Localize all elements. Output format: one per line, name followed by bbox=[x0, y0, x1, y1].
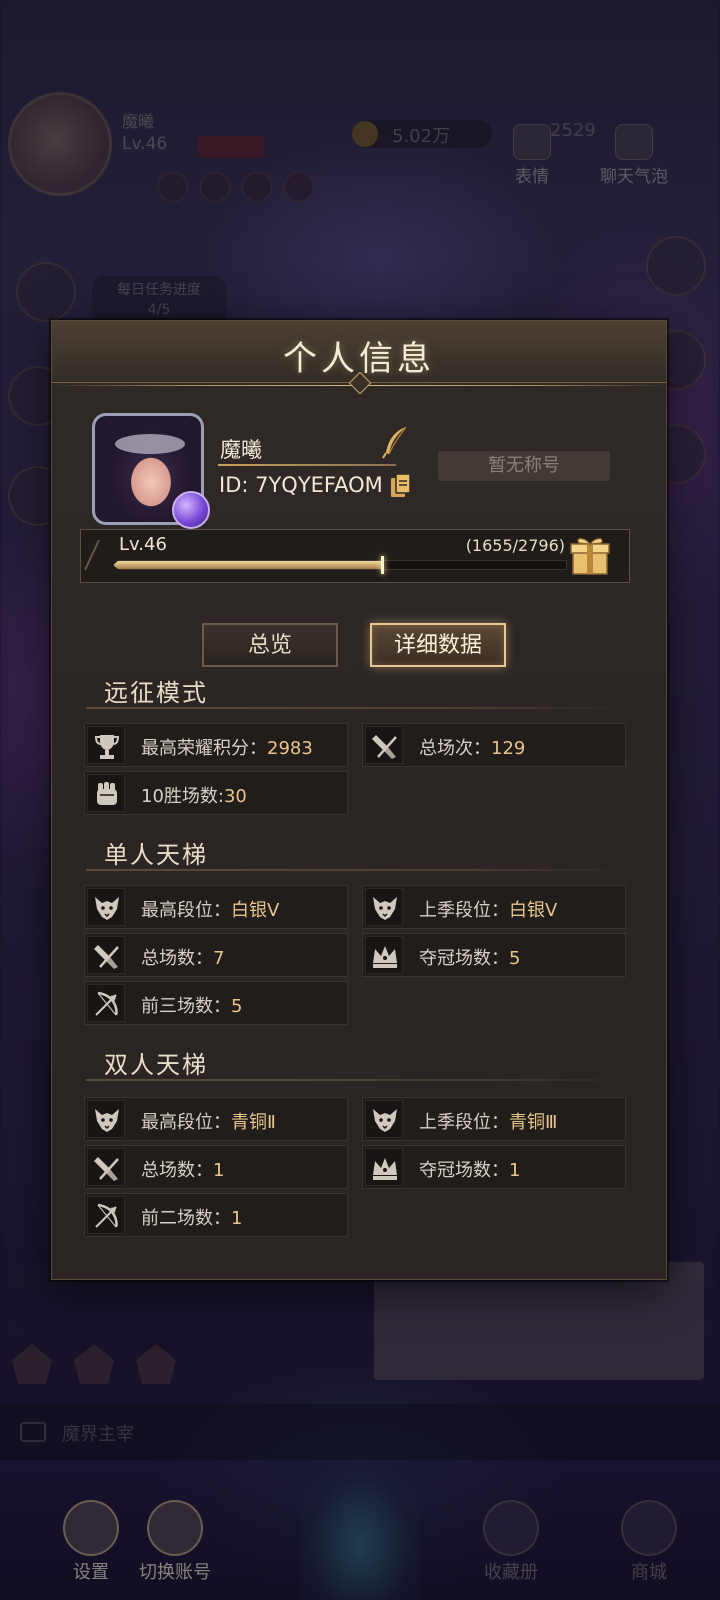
bow-icon bbox=[87, 984, 125, 1022]
fist-icon bbox=[87, 774, 125, 812]
stat-label-text: 夺冠场数： bbox=[419, 948, 509, 969]
section-divider bbox=[86, 707, 626, 709]
gift-icon[interactable] bbox=[569, 534, 611, 576]
avatar-frame-orb-icon bbox=[172, 491, 210, 529]
stat-item: 前三场数：5 bbox=[84, 981, 348, 1025]
wolf-icon bbox=[365, 1100, 403, 1138]
stat-value: 30 bbox=[223, 786, 247, 807]
stat-value: 白银Ⅴ bbox=[231, 900, 280, 921]
stat-item: 总场数：1 bbox=[84, 1145, 348, 1189]
exp-fill bbox=[114, 561, 382, 569]
stat-value: 5 bbox=[231, 996, 243, 1017]
level-label: Lv.46 bbox=[119, 534, 167, 555]
section-title-solo-ladder: 单人天梯 bbox=[104, 841, 208, 869]
stat-item: 总场数：7 bbox=[84, 933, 348, 977]
stat-label: 总场数：1 bbox=[141, 1156, 224, 1182]
stat-value: 青铜Ⅲ bbox=[509, 1112, 558, 1133]
section-divider bbox=[86, 1079, 626, 1081]
stat-label: 最高段位：白银Ⅴ bbox=[141, 896, 279, 922]
wolf-icon bbox=[87, 1100, 125, 1138]
stat-label: 最高荣耀积分：2983 bbox=[141, 734, 313, 760]
stat-item: 最高荣耀积分：2983 bbox=[84, 723, 348, 767]
stat-value: 白银Ⅴ bbox=[509, 900, 558, 921]
stat-item: 夺冠场数：1 bbox=[362, 1145, 626, 1189]
stat-label-text: 最高段位： bbox=[141, 1112, 231, 1133]
broom-icon bbox=[365, 726, 403, 764]
wolf-icon bbox=[87, 888, 125, 926]
section-title-duo-ladder: 双人天梯 bbox=[104, 1051, 208, 1079]
trophy-icon bbox=[87, 726, 125, 764]
stat-item: 最高段位：白银Ⅴ bbox=[84, 885, 348, 929]
stat-label-text: 总场数： bbox=[141, 1160, 213, 1181]
wolf-icon bbox=[365, 888, 403, 926]
player-title[interactable]: 暂无称号 bbox=[438, 451, 610, 481]
stat-value: 129 bbox=[491, 738, 526, 759]
stat-value: 5 bbox=[509, 948, 521, 969]
stat-label: 前三场数：5 bbox=[141, 992, 242, 1018]
stat-item: 上季段位：青铜Ⅲ bbox=[362, 1097, 626, 1141]
crown-icon bbox=[365, 936, 403, 974]
level-progress: Lv.46 (1655/2796) bbox=[80, 529, 630, 583]
stat-value: 1 bbox=[213, 1160, 225, 1181]
stat-label: 夺冠场数：1 bbox=[419, 1156, 520, 1182]
stat-label: 总场数：7 bbox=[141, 944, 224, 970]
stat-item: 10胜场数:30 bbox=[84, 771, 348, 815]
stat-item: 前二场数：1 bbox=[84, 1193, 348, 1237]
stat-item: 上季段位：白银Ⅴ bbox=[362, 885, 626, 929]
stat-value: 青铜Ⅱ bbox=[231, 1112, 276, 1133]
stat-label: 前二场数：1 bbox=[141, 1204, 242, 1230]
tab-overview[interactable]: 总览 bbox=[202, 623, 338, 667]
exp-text: (1655/2796) bbox=[465, 536, 565, 555]
stat-label-text: 总场次： bbox=[419, 738, 491, 759]
stat-label-text: 前三场数： bbox=[141, 996, 231, 1017]
stat-label: 总场次：129 bbox=[419, 734, 525, 760]
name-underline bbox=[218, 464, 396, 466]
player-id: ID: 7YQYEFAOM bbox=[219, 473, 383, 497]
exp-marker bbox=[380, 556, 384, 574]
stat-item: 总场次：129 bbox=[362, 723, 626, 767]
stat-label: 夺冠场数：5 bbox=[419, 944, 520, 970]
player-name: 魔曦 bbox=[220, 438, 262, 462]
stat-value: 2983 bbox=[267, 738, 313, 759]
stat-label-text: 总场数： bbox=[141, 948, 213, 969]
bow-icon bbox=[87, 1196, 125, 1234]
stat-item: 夺冠场数：5 bbox=[362, 933, 626, 977]
stat-label-text: 10胜场数: bbox=[141, 786, 224, 807]
stat-label: 上季段位：青铜Ⅲ bbox=[419, 1108, 557, 1134]
stat-label: 10胜场数:30 bbox=[141, 782, 247, 808]
section-divider bbox=[86, 869, 626, 871]
stat-value: 1 bbox=[231, 1208, 243, 1229]
stat-label: 上季段位：白银Ⅴ bbox=[419, 896, 557, 922]
crown-icon bbox=[365, 1148, 403, 1186]
section-title-expedition: 远征模式 bbox=[104, 679, 208, 707]
broom-icon bbox=[87, 1148, 125, 1186]
stat-value: 7 bbox=[213, 948, 225, 969]
copy-icon[interactable] bbox=[390, 473, 412, 499]
tab-detailed-data[interactable]: 详细数据 bbox=[370, 623, 506, 667]
profile-panel: 个人信息 魔曦 ID: 7YQYEFAOM 暂无称号 Lv.46 (1655/2… bbox=[51, 320, 667, 1280]
stat-label: 最高段位：青铜Ⅱ bbox=[141, 1108, 276, 1134]
stat-label-text: 上季段位： bbox=[419, 900, 509, 921]
bar-ornament bbox=[84, 540, 116, 570]
stat-label-text: 最高荣耀积分： bbox=[141, 738, 267, 759]
stat-label-text: 夺冠场数： bbox=[419, 1160, 509, 1181]
edit-feather-icon[interactable] bbox=[380, 425, 410, 459]
stat-value: 1 bbox=[509, 1160, 521, 1181]
stat-label-text: 上季段位： bbox=[419, 1112, 509, 1133]
broom-icon bbox=[87, 936, 125, 974]
stat-label-text: 最高段位： bbox=[141, 900, 231, 921]
stat-item: 最高段位：青铜Ⅱ bbox=[84, 1097, 348, 1141]
stat-label-text: 前二场数： bbox=[141, 1208, 231, 1229]
exp-track bbox=[113, 560, 567, 570]
